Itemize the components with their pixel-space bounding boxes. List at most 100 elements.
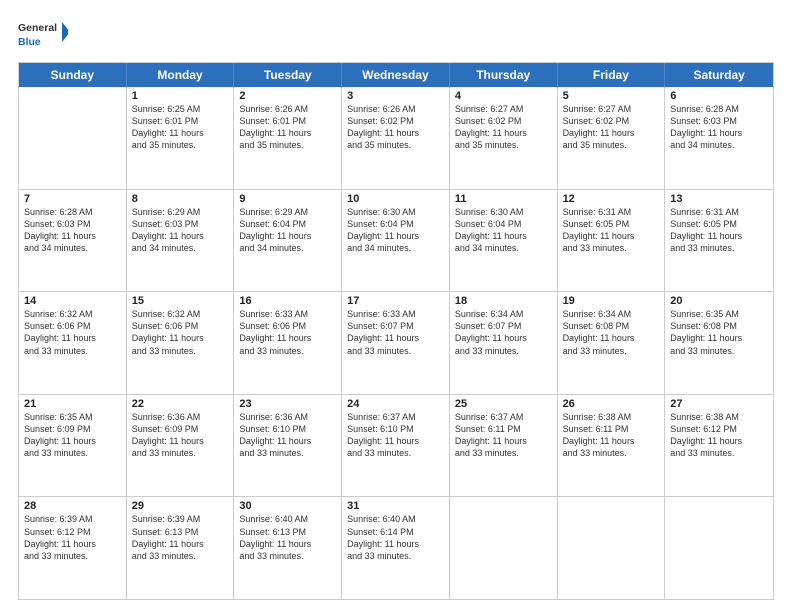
cell-info: and 33 minutes. — [455, 447, 552, 459]
day-header: Monday — [127, 63, 235, 87]
day-number: 17 — [347, 295, 444, 307]
cell-info: and 33 minutes. — [670, 242, 768, 254]
cell-info: Sunset: 6:11 PM — [563, 423, 660, 435]
cell-info: Sunset: 6:01 PM — [239, 115, 336, 127]
day-number: 30 — [239, 500, 336, 512]
cell-info: and 33 minutes. — [563, 447, 660, 459]
cell-info: Daylight: 11 hours — [24, 435, 121, 447]
day-number: 5 — [563, 90, 660, 102]
cell-info: Sunset: 6:03 PM — [670, 115, 768, 127]
day-number: 10 — [347, 193, 444, 205]
calendar-cell: 17Sunrise: 6:33 AMSunset: 6:07 PMDayligh… — [342, 292, 450, 394]
cell-info: Sunrise: 6:40 AM — [347, 513, 444, 525]
calendar-cell: 14Sunrise: 6:32 AMSunset: 6:06 PMDayligh… — [19, 292, 127, 394]
cell-info: Sunrise: 6:33 AM — [239, 308, 336, 320]
cell-info: Daylight: 11 hours — [239, 332, 336, 344]
calendar-row: 21Sunrise: 6:35 AMSunset: 6:09 PMDayligh… — [19, 395, 773, 498]
cell-info: Sunrise: 6:36 AM — [132, 411, 229, 423]
logo-icon: General Blue — [18, 18, 68, 54]
day-number: 26 — [563, 398, 660, 410]
day-header: Thursday — [450, 63, 558, 87]
calendar-cell: 27Sunrise: 6:38 AMSunset: 6:12 PMDayligh… — [665, 395, 773, 497]
calendar-cell: 31Sunrise: 6:40 AMSunset: 6:14 PMDayligh… — [342, 497, 450, 599]
cell-info: Sunset: 6:02 PM — [455, 115, 552, 127]
day-header: Wednesday — [342, 63, 450, 87]
cell-info: Daylight: 11 hours — [563, 332, 660, 344]
cell-info: Daylight: 11 hours — [347, 127, 444, 139]
cell-info: and 33 minutes. — [670, 447, 768, 459]
calendar-cell: 19Sunrise: 6:34 AMSunset: 6:08 PMDayligh… — [558, 292, 666, 394]
cell-info: and 33 minutes. — [132, 345, 229, 357]
cell-info: and 33 minutes. — [563, 242, 660, 254]
cell-info: Sunrise: 6:36 AM — [239, 411, 336, 423]
cell-info: and 34 minutes. — [239, 242, 336, 254]
day-number: 18 — [455, 295, 552, 307]
cell-info: and 33 minutes. — [563, 345, 660, 357]
cell-info: Daylight: 11 hours — [563, 127, 660, 139]
cell-info: Daylight: 11 hours — [670, 435, 768, 447]
cell-info: and 33 minutes. — [455, 345, 552, 357]
cell-info: Sunrise: 6:31 AM — [670, 206, 768, 218]
calendar-cell: 1Sunrise: 6:25 AMSunset: 6:01 PMDaylight… — [127, 87, 235, 189]
day-number: 20 — [670, 295, 768, 307]
day-number: 22 — [132, 398, 229, 410]
cell-info: and 34 minutes. — [455, 242, 552, 254]
cell-info: Sunrise: 6:27 AM — [563, 103, 660, 115]
cell-info: Sunset: 6:14 PM — [347, 526, 444, 538]
cell-info: Sunset: 6:06 PM — [24, 320, 121, 332]
day-number: 14 — [24, 295, 121, 307]
cell-info: Daylight: 11 hours — [239, 230, 336, 242]
calendar-cell: 11Sunrise: 6:30 AMSunset: 6:04 PMDayligh… — [450, 190, 558, 292]
cell-info: Daylight: 11 hours — [239, 538, 336, 550]
calendar-cell: 6Sunrise: 6:28 AMSunset: 6:03 PMDaylight… — [665, 87, 773, 189]
cell-info: Sunrise: 6:27 AM — [455, 103, 552, 115]
cell-info: Sunrise: 6:26 AM — [239, 103, 336, 115]
cell-info: and 33 minutes. — [132, 447, 229, 459]
cell-info: Daylight: 11 hours — [24, 332, 121, 344]
cell-info: and 33 minutes. — [239, 447, 336, 459]
cell-info: Daylight: 11 hours — [132, 332, 229, 344]
day-header: Friday — [558, 63, 666, 87]
cell-info: Daylight: 11 hours — [455, 230, 552, 242]
day-number: 31 — [347, 500, 444, 512]
day-number: 19 — [563, 295, 660, 307]
calendar-cell — [450, 497, 558, 599]
cell-info: Daylight: 11 hours — [563, 435, 660, 447]
day-number: 3 — [347, 90, 444, 102]
cell-info: Sunrise: 6:39 AM — [24, 513, 121, 525]
cell-info: Daylight: 11 hours — [347, 332, 444, 344]
calendar-row: 7Sunrise: 6:28 AMSunset: 6:03 PMDaylight… — [19, 190, 773, 293]
calendar-cell: 13Sunrise: 6:31 AMSunset: 6:05 PMDayligh… — [665, 190, 773, 292]
cell-info: and 33 minutes. — [24, 345, 121, 357]
cell-info: and 33 minutes. — [24, 550, 121, 562]
cell-info: and 33 minutes. — [347, 345, 444, 357]
calendar-cell: 2Sunrise: 6:26 AMSunset: 6:01 PMDaylight… — [234, 87, 342, 189]
calendar-cell: 22Sunrise: 6:36 AMSunset: 6:09 PMDayligh… — [127, 395, 235, 497]
calendar-row: 1Sunrise: 6:25 AMSunset: 6:01 PMDaylight… — [19, 87, 773, 190]
calendar-row: 14Sunrise: 6:32 AMSunset: 6:06 PMDayligh… — [19, 292, 773, 395]
day-number: 7 — [24, 193, 121, 205]
cell-info: Daylight: 11 hours — [239, 435, 336, 447]
day-number: 21 — [24, 398, 121, 410]
calendar-cell: 15Sunrise: 6:32 AMSunset: 6:06 PMDayligh… — [127, 292, 235, 394]
cell-info: Sunrise: 6:38 AM — [563, 411, 660, 423]
cell-info: and 35 minutes. — [563, 139, 660, 151]
calendar-cell — [19, 87, 127, 189]
cell-info: Sunrise: 6:38 AM — [670, 411, 768, 423]
cell-info: Daylight: 11 hours — [455, 435, 552, 447]
cell-info: Daylight: 11 hours — [132, 127, 229, 139]
cell-info: and 34 minutes. — [670, 139, 768, 151]
cell-info: Sunrise: 6:34 AM — [455, 308, 552, 320]
calendar-cell: 8Sunrise: 6:29 AMSunset: 6:03 PMDaylight… — [127, 190, 235, 292]
cell-info: Sunset: 6:03 PM — [132, 218, 229, 230]
cell-info: and 35 minutes. — [455, 139, 552, 151]
calendar-cell: 12Sunrise: 6:31 AMSunset: 6:05 PMDayligh… — [558, 190, 666, 292]
cell-info: and 33 minutes. — [239, 550, 336, 562]
calendar-cell: 9Sunrise: 6:29 AMSunset: 6:04 PMDaylight… — [234, 190, 342, 292]
calendar-cell — [558, 497, 666, 599]
cell-info: Daylight: 11 hours — [455, 332, 552, 344]
cell-info: Daylight: 11 hours — [132, 538, 229, 550]
day-number: 25 — [455, 398, 552, 410]
cell-info: Daylight: 11 hours — [670, 332, 768, 344]
cell-info: Sunset: 6:08 PM — [670, 320, 768, 332]
